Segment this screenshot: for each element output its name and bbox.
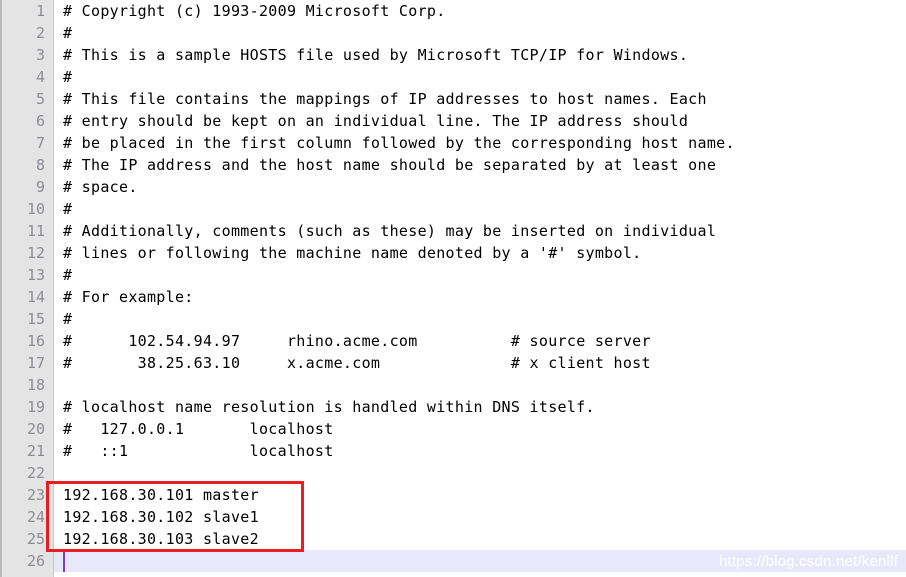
code-line[interactable]: # lines or following the machine name de…	[55, 242, 906, 264]
code-line[interactable]: # This file contains the mappings of IP …	[55, 88, 906, 110]
code-line[interactable]: #	[55, 66, 906, 88]
text-caret	[63, 551, 65, 572]
code-line[interactable]: 192.168.30.102 slave1	[55, 506, 906, 528]
line-number: 25	[26, 530, 45, 548]
code-line[interactable]: # The IP address and the host name shoul…	[55, 154, 906, 176]
code-line[interactable]: # Copyright (c) 1993-2009 Microsoft Corp…	[55, 0, 906, 22]
code-line[interactable]: # ::1 localhost	[55, 440, 906, 462]
line-number: 21	[26, 442, 45, 460]
code-line[interactable]: # be placed in the first column followed…	[55, 132, 906, 154]
code-line[interactable]: # 38.25.63.10 x.acme.com # x client host	[55, 352, 906, 374]
line-number: 12	[26, 244, 45, 262]
line-number: 10	[26, 200, 45, 218]
code-line[interactable]: # For example:	[55, 286, 906, 308]
line-number: 1	[35, 2, 45, 20]
code-line[interactable]	[55, 374, 906, 396]
line-number: 9	[35, 178, 45, 196]
text-editor-window: 1 2 3 4 5 6 7 8 9 10 11 12 13 14 15 16 17 18 19 20 21 22 23 24 2…	[0, 0, 906, 577]
code-line[interactable]: 192.168.30.103 slave2	[55, 528, 906, 550]
line-number: 24	[26, 508, 45, 526]
watermark-text: https://blog.csdn.net/kenllf	[718, 553, 898, 570]
code-line[interactable]: # This is a sample HOSTS file used by Mi…	[55, 44, 906, 66]
code-text-area[interactable]: # Copyright (c) 1993-2009 Microsoft Corp…	[54, 0, 906, 577]
line-number: 20	[26, 420, 45, 438]
line-number: 11	[26, 222, 45, 240]
code-line[interactable]	[55, 462, 906, 484]
code-line[interactable]: # 102.54.94.97 rhino.acme.com # source s…	[55, 330, 906, 352]
code-line[interactable]: #	[55, 198, 906, 220]
line-number: 6	[35, 112, 45, 130]
line-number: 2	[35, 24, 45, 42]
line-number: 13	[26, 266, 45, 284]
code-line[interactable]: #	[55, 264, 906, 286]
code-line[interactable]: # Additionally, comments (such as these)…	[55, 220, 906, 242]
line-number: 19	[26, 398, 45, 416]
line-number: 22	[26, 464, 45, 482]
line-number: 26	[26, 552, 45, 570]
code-line[interactable]: # space.	[55, 176, 906, 198]
code-line[interactable]: 192.168.30.101 master	[55, 484, 906, 506]
code-line[interactable]: # localhost name resolution is handled w…	[55, 396, 906, 418]
line-number: 5	[35, 90, 45, 108]
line-number: 14	[26, 288, 45, 306]
line-number-gutter: 1 2 3 4 5 6 7 8 9 10 11 12 13 14 15 16 17 18 19 20 21 22 23 24 2…	[2, 0, 54, 577]
line-number: 16	[26, 332, 45, 350]
code-line[interactable]: # entry should be kept on an individual …	[55, 110, 906, 132]
line-number: 7	[35, 134, 45, 152]
line-number: 3	[35, 46, 45, 64]
line-number: 4	[35, 68, 45, 86]
code-line[interactable]: #	[55, 22, 906, 44]
line-number: 18	[26, 376, 45, 394]
line-number: 17	[26, 354, 45, 372]
line-number: 23	[26, 486, 45, 504]
code-line[interactable]: #	[55, 308, 906, 330]
line-number: 15	[26, 310, 45, 328]
code-line[interactable]: # 127.0.0.1 localhost	[55, 418, 906, 440]
line-number: 8	[35, 156, 45, 174]
